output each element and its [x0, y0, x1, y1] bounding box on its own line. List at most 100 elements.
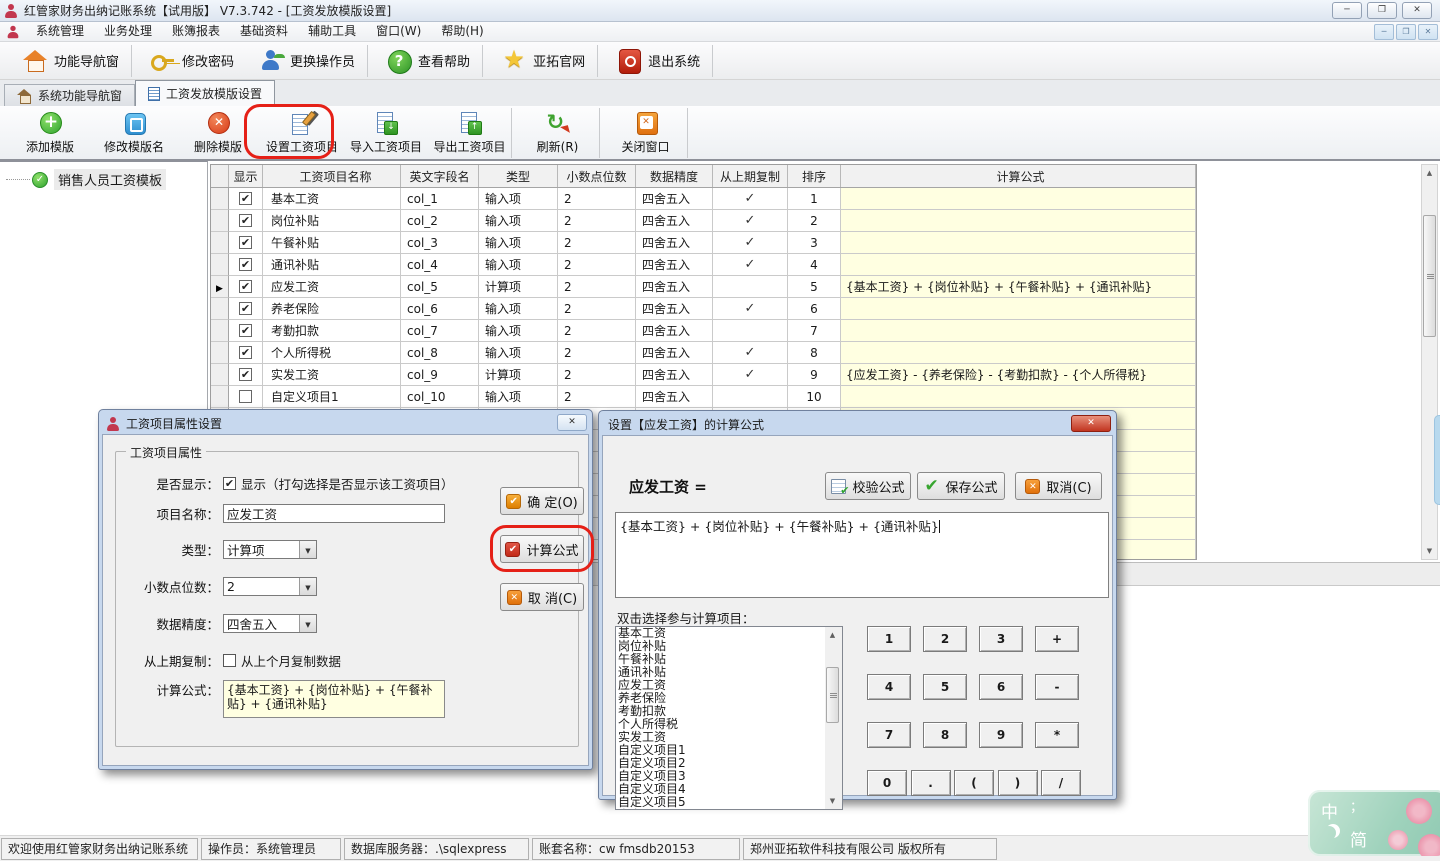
mdi-restore-button[interactable]: ❐	[1396, 24, 1416, 40]
toolbar-button[interactable]: 修改密码	[138, 45, 246, 77]
menu-item[interactable]: 账簿报表	[162, 22, 230, 41]
show-checkbox[interactable]	[239, 346, 252, 359]
table-row[interactable]: 实发工资 col_9 计算项 2 四舍五入 9 {应发工资} - {养老保险} …	[211, 364, 1196, 386]
table-row[interactable]: 自定义项目1 col_10 输入项 2 四舍五入 10	[211, 386, 1196, 408]
decimals-select[interactable]: 2	[223, 577, 317, 596]
verify-formula-button[interactable]: 校验公式	[825, 472, 911, 500]
toolbar-button[interactable]: 更换操作员	[246, 45, 368, 77]
table-row[interactable]: 基本工资 col_1 输入项 2 四舍五入 1	[211, 188, 1196, 210]
column-header[interactable]: 数据精度	[636, 165, 713, 187]
ime-punctuation-indicator[interactable]: ；	[1350, 796, 1363, 815]
show-checkbox[interactable]	[239, 192, 252, 205]
toolbar-button[interactable]: 关闭窗口	[604, 108, 688, 158]
numpad-key[interactable]: 2	[923, 626, 967, 652]
column-header[interactable]: 小数点位数	[558, 165, 636, 187]
item-name-input[interactable]: 应发工资	[223, 504, 445, 523]
scroll-down-icon[interactable]: ▼	[825, 793, 840, 809]
toolbar-button[interactable]: 查看帮助	[374, 45, 483, 77]
show-checkbox[interactable]	[239, 280, 252, 293]
minimize-button[interactable]: ─	[1332, 2, 1362, 19]
input-method-widget[interactable]: 中 ； 简	[1308, 790, 1440, 856]
chevron-down-icon[interactable]	[299, 615, 316, 632]
dialog-title-bar[interactable]: 工资项目属性设置 ✕	[102, 413, 589, 434]
table-row[interactable]: 应发工资 col_5 计算项 2 四舍五入 5 {基本工资} + {岗位补贴} …	[211, 276, 1196, 298]
numpad-key[interactable]: /	[1041, 770, 1081, 796]
show-cell[interactable]	[229, 188, 263, 210]
show-checkbox[interactable]	[239, 214, 252, 227]
ok-button[interactable]: 确 定(O)	[500, 487, 584, 515]
show-cell[interactable]	[229, 342, 263, 364]
tab-salary-template-settings[interactable]: 工资发放模版设置	[135, 80, 275, 106]
menu-item[interactable]: 辅助工具	[298, 22, 366, 41]
show-checkbox[interactable]	[239, 236, 252, 249]
column-header[interactable]: 英文字段名	[401, 165, 479, 187]
toolbar-button[interactable]: 添加模版	[8, 108, 92, 158]
column-header[interactable]: 计算公式	[841, 165, 1196, 187]
numpad-key[interactable]: 1	[867, 626, 911, 652]
table-row[interactable]: 岗位补贴 col_2 输入项 2 四舍五入 2	[211, 210, 1196, 232]
table-row[interactable]: 通讯补贴 col_4 输入项 2 四舍五入 4	[211, 254, 1196, 276]
ime-chinese-indicator[interactable]: 中	[1321, 798, 1338, 823]
restore-button[interactable]: ❐	[1367, 2, 1397, 19]
scroll-up-icon[interactable]: ▲	[1422, 165, 1437, 181]
column-header[interactable]: 排序	[788, 165, 841, 187]
toolbar-button[interactable]: 导入工资项目	[344, 108, 428, 158]
toolbar-button[interactable]: 功能导航窗	[10, 45, 132, 77]
menu-item[interactable]: 窗口(W)	[366, 22, 431, 41]
numpad-key[interactable]: 8	[923, 722, 967, 748]
menu-item[interactable]: 业务处理	[94, 22, 162, 41]
show-checkbox[interactable]	[239, 258, 252, 271]
numpad-key[interactable]: 3	[979, 626, 1023, 652]
numpad-key[interactable]: *	[1035, 722, 1079, 748]
show-cell[interactable]	[229, 232, 263, 254]
show-cell[interactable]	[229, 320, 263, 342]
moon-icon[interactable]	[1322, 826, 1336, 840]
chevron-down-icon[interactable]	[299, 578, 316, 595]
mdi-close-button[interactable]: ✕	[1418, 24, 1438, 40]
numpad-key[interactable]: -	[1035, 674, 1079, 700]
toolbar-button[interactable]: 刷新(R)	[516, 108, 600, 158]
column-header[interactable]: 工资项目名称	[263, 165, 401, 187]
chevron-down-icon[interactable]	[299, 541, 316, 558]
scrollbar-thumb[interactable]	[1423, 215, 1436, 337]
show-cell[interactable]	[229, 210, 263, 232]
column-header[interactable]: 类型	[479, 165, 558, 187]
column-header[interactable]: 显示	[229, 165, 263, 187]
dialog-title-bar[interactable]: 设置【应发工资】的计算公式 ✕	[602, 414, 1113, 435]
copy-checkbox[interactable]	[223, 654, 236, 667]
numpad-key[interactable]: 5	[923, 674, 967, 700]
scroll-down-icon[interactable]: ▼	[1422, 543, 1437, 559]
show-checkbox[interactable]	[239, 302, 252, 315]
show-checkbox[interactable]	[239, 368, 252, 381]
show-cell[interactable]	[229, 298, 263, 320]
toolbar-button[interactable]: 退出系统	[604, 45, 713, 77]
list-item[interactable]: 自定义项目6	[616, 809, 842, 810]
mdi-minimize-button[interactable]: ─	[1374, 24, 1394, 40]
numpad-key[interactable]: 6	[979, 674, 1023, 700]
numpad-key[interactable]: .	[911, 770, 951, 796]
show-cell[interactable]	[229, 386, 263, 408]
table-row[interactable]: 午餐补贴 col_3 输入项 2 四舍五入 3	[211, 232, 1196, 254]
numpad-key[interactable]: 0	[867, 770, 907, 796]
numpad-key[interactable]: +	[1035, 626, 1079, 652]
menu-item[interactable]: 帮助(H)	[431, 22, 493, 41]
formula-textarea[interactable]: {基本工资} + {岗位补贴} + {午餐补贴} + {通讯补贴}	[223, 680, 445, 718]
show-checkbox[interactable]	[239, 324, 252, 337]
save-formula-button[interactable]: 保存公式	[917, 472, 1005, 500]
numpad-key[interactable]: 9	[979, 722, 1023, 748]
toolbar-button[interactable]: 修改模版名	[92, 108, 176, 158]
show-cell[interactable]	[229, 254, 263, 276]
formula-editor[interactable]: {基本工资} + {岗位补贴} + {午餐补贴} + {通讯补贴}	[615, 512, 1109, 598]
calc-items-listbox[interactable]: 基本工资 岗位补贴 午餐补贴 通讯补贴 应发工资 养老保险 考勤扣款 个人所得税…	[615, 626, 843, 810]
listbox-scrollbar[interactable]: ▲ ▼	[825, 627, 842, 809]
column-header[interactable]: 从上期复制	[713, 165, 788, 187]
show-cell[interactable]	[229, 276, 263, 298]
table-row[interactable]: 个人所得税 col_8 输入项 2 四舍五入 8	[211, 342, 1196, 364]
show-cell[interactable]	[229, 364, 263, 386]
numpad-key[interactable]: 4	[867, 674, 911, 700]
table-row[interactable]: 养老保险 col_6 输入项 2 四舍五入 6	[211, 298, 1196, 320]
numpad-key[interactable]: )	[998, 770, 1038, 796]
dialog-close-button[interactable]: ✕	[1071, 415, 1111, 432]
show-checkbox[interactable]	[223, 477, 236, 490]
numpad-key[interactable]: (	[954, 770, 994, 796]
